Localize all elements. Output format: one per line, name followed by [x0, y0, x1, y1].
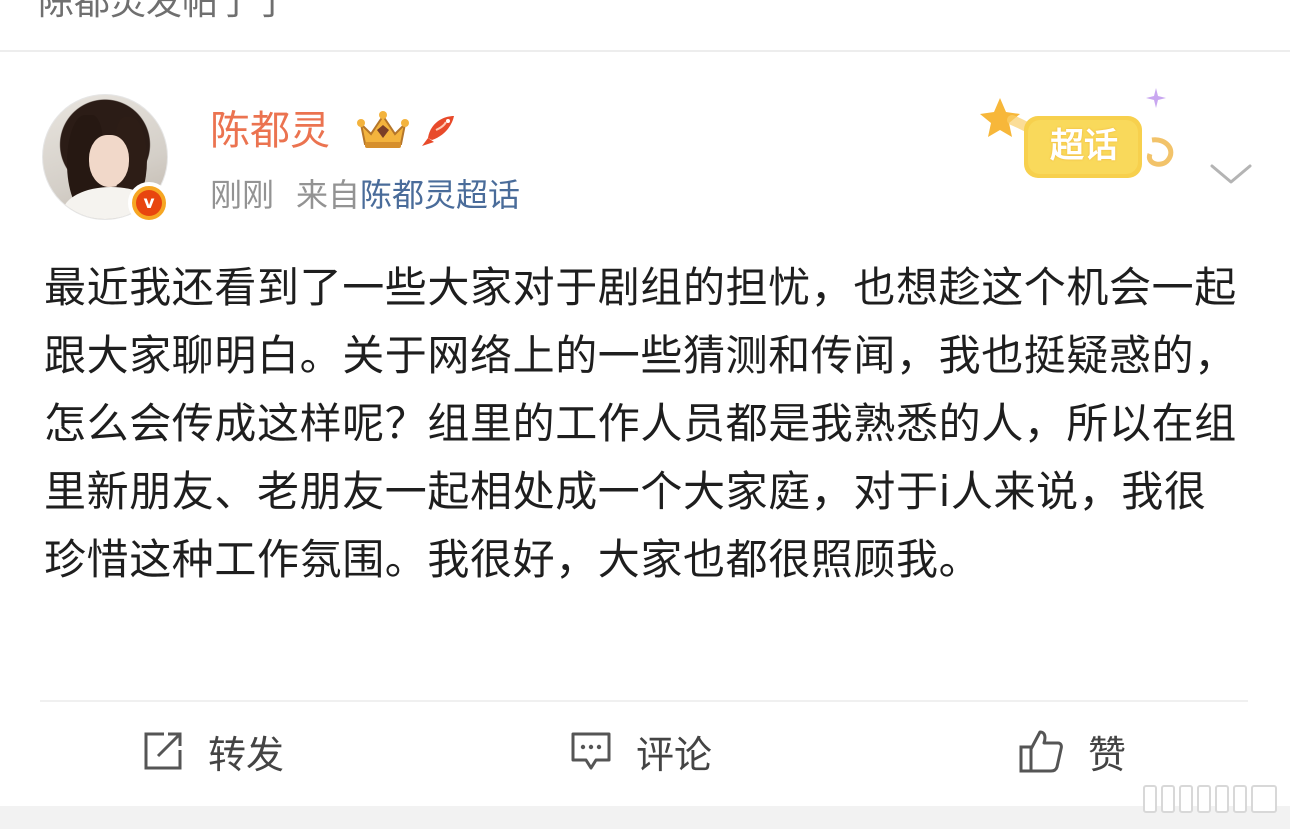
author-name[interactable]: 陈都灵: [210, 106, 330, 156]
verified-badge: v: [128, 182, 170, 224]
post-header: v 陈都灵 刚刚 来自陈都灵超话 超话: [0, 52, 1290, 232]
divider: [40, 700, 1248, 702]
supertopic-badge-label: 超话: [1050, 126, 1118, 166]
previous-post-title: 陈都灵发帖了了: [38, 0, 291, 23]
post-time: 刚刚: [210, 176, 275, 214]
comment-label: 评论: [636, 732, 713, 777]
watermark-bars-icon: [1143, 785, 1277, 813]
chevron-down-icon[interactable]: [1208, 156, 1254, 190]
thumbs-up-icon: [1019, 730, 1063, 773]
repost-label: 转发: [208, 732, 285, 777]
comment-icon: [571, 732, 611, 770]
repost-button[interactable]: 转发: [142, 718, 284, 784]
crown-icon[interactable]: [355, 108, 411, 152]
comment-button[interactable]: 评论: [570, 718, 712, 784]
post-meta: 刚刚 来自陈都灵超话: [210, 172, 520, 218]
source-link[interactable]: 陈都灵超话: [360, 176, 520, 214]
bottom-band: [0, 806, 1290, 829]
post-content: 最近我还看到了一些大家对于剧组的担忧，也想趁这个机会一起跟大家聊明白。关于网络上…: [44, 263, 1237, 584]
like-button[interactable]: 赞: [1018, 718, 1126, 784]
repost-icon: [144, 732, 182, 770]
koi-fish-icon[interactable]: [420, 108, 462, 150]
verified-badge-letter: v: [136, 190, 162, 216]
source-prefix: 来自: [296, 176, 361, 214]
avatar-face: [89, 135, 129, 187]
like-label: 赞: [1088, 732, 1127, 777]
